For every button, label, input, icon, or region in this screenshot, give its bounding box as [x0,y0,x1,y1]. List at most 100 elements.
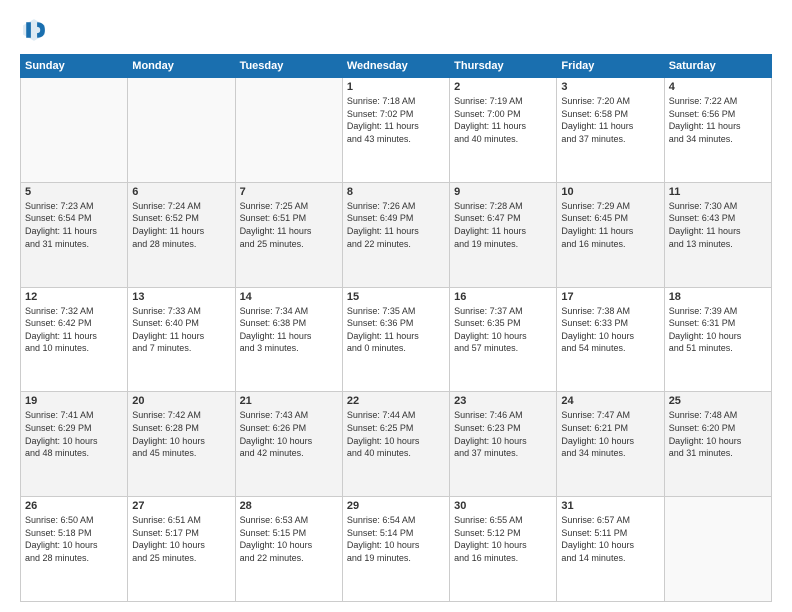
calendar-week-row: 26 Sunrise: 6:50 AM Sunset: 5:18 PM Dayli… [21,497,772,602]
day-number: 20 [132,395,230,407]
calendar-cell: 29 Sunrise: 6:54 AM Sunset: 5:14 PM Dayli… [342,497,449,602]
day-number: 15 [347,291,445,303]
day-number: 1 [347,81,445,93]
calendar-cell: 16 Sunrise: 7:37 AM Sunset: 6:35 PM Dayli… [450,287,557,392]
day-info: Sunrise: 7:25 AM Sunset: 6:51 PM Dayligh… [240,200,338,250]
day-number: 5 [25,186,123,198]
calendar-cell: 30 Sunrise: 6:55 AM Sunset: 5:12 PM Dayli… [450,497,557,602]
day-number: 4 [669,81,767,93]
day-number: 25 [669,395,767,407]
calendar-cell: 19Sunrise: 7:41 AM Sunset: 6:29 PM Dayli… [21,392,128,497]
day-info: Sunrise: 6:51 AM Sunset: 5:17 PM Dayligh… [132,514,230,564]
day-info: Sunrise: 7:42 AM Sunset: 6:28 PM Dayligh… [132,409,230,459]
calendar-cell: 22 Sunrise: 7:44 AM Sunset: 6:25 PM Dayli… [342,392,449,497]
calendar-cell [21,78,128,183]
day-number: 22 [347,395,445,407]
day-of-week-header: Wednesday [342,55,449,78]
day-number: 14 [240,291,338,303]
day-info: Sunrise: 7:22 AM Sunset: 6:56 PM Dayligh… [669,95,767,145]
logo [20,16,52,44]
calendar-week-row: 1 Sunrise: 7:18 AM Sunset: 7:02 PM Daylig… [21,78,772,183]
day-info: Sunrise: 7:44 AM Sunset: 6:25 PM Dayligh… [347,409,445,459]
day-info: Sunrise: 7:34 AM Sunset: 6:38 PM Dayligh… [240,305,338,355]
day-number: 16 [454,291,552,303]
day-number: 31 [561,500,659,512]
day-info: Sunrise: 7:24 AM Sunset: 6:52 PM Dayligh… [132,200,230,250]
day-number: 11 [669,186,767,198]
calendar-cell: 12Sunrise: 7:32 AM Sunset: 6:42 PM Dayli… [21,287,128,392]
day-number: 10 [561,186,659,198]
day-of-week-header: Friday [557,55,664,78]
day-info: Sunrise: 6:55 AM Sunset: 5:12 PM Dayligh… [454,514,552,564]
calendar-week-row: 5 Sunrise: 7:23 AM Sunset: 6:54 PM Daylig… [21,182,772,287]
day-number: 30 [454,500,552,512]
day-number: 13 [132,291,230,303]
day-of-week-header: Thursday [450,55,557,78]
calendar-week-row: 12Sunrise: 7:32 AM Sunset: 6:42 PM Dayli… [21,287,772,392]
day-of-week-header: Tuesday [235,55,342,78]
day-number: 21 [240,395,338,407]
day-info: Sunrise: 7:32 AM Sunset: 6:42 PM Dayligh… [25,305,123,355]
day-number: 6 [132,186,230,198]
day-info: Sunrise: 7:30 AM Sunset: 6:43 PM Dayligh… [669,200,767,250]
day-number: 2 [454,81,552,93]
page: SundayMondayTuesdayWednesdayThursdayFrid… [0,0,792,612]
calendar-cell: 26 Sunrise: 6:50 AM Sunset: 5:18 PM Dayli… [21,497,128,602]
calendar-cell: 9 Sunrise: 7:28 AM Sunset: 6:47 PM Daylig… [450,182,557,287]
calendar-cell: 10 Sunrise: 7:29 AM Sunset: 6:45 PM Dayli… [557,182,664,287]
calendar-cell: 1 Sunrise: 7:18 AM Sunset: 7:02 PM Daylig… [342,78,449,183]
calendar-cell: 24 Sunrise: 7:47 AM Sunset: 6:21 PM Dayli… [557,392,664,497]
calendar-cell: 2 Sunrise: 7:19 AM Sunset: 7:00 PM Daylig… [450,78,557,183]
calendar-cell: 27 Sunrise: 6:51 AM Sunset: 5:17 PM Dayli… [128,497,235,602]
day-info: Sunrise: 7:29 AM Sunset: 6:45 PM Dayligh… [561,200,659,250]
day-number: 24 [561,395,659,407]
day-number: 8 [347,186,445,198]
calendar-cell: 17 Sunrise: 7:38 AM Sunset: 6:33 PM Dayli… [557,287,664,392]
day-number: 27 [132,500,230,512]
day-info: Sunrise: 7:33 AM Sunset: 6:40 PM Dayligh… [132,305,230,355]
calendar-cell: 5 Sunrise: 7:23 AM Sunset: 6:54 PM Daylig… [21,182,128,287]
day-info: Sunrise: 7:38 AM Sunset: 6:33 PM Dayligh… [561,305,659,355]
day-number: 29 [347,500,445,512]
day-info: Sunrise: 7:46 AM Sunset: 6:23 PM Dayligh… [454,409,552,459]
day-info: Sunrise: 7:18 AM Sunset: 7:02 PM Dayligh… [347,95,445,145]
day-of-week-header: Monday [128,55,235,78]
day-info: Sunrise: 6:53 AM Sunset: 5:15 PM Dayligh… [240,514,338,564]
day-number: 17 [561,291,659,303]
day-info: Sunrise: 7:28 AM Sunset: 6:47 PM Dayligh… [454,200,552,250]
calendar-table: SundayMondayTuesdayWednesdayThursdayFrid… [20,54,772,602]
calendar-cell: 20 Sunrise: 7:42 AM Sunset: 6:28 PM Dayli… [128,392,235,497]
day-info: Sunrise: 6:54 AM Sunset: 5:14 PM Dayligh… [347,514,445,564]
calendar-cell: 25Sunrise: 7:48 AM Sunset: 6:20 PM Dayli… [664,392,771,497]
calendar-cell: 18Sunrise: 7:39 AM Sunset: 6:31 PM Dayli… [664,287,771,392]
day-info: Sunrise: 7:19 AM Sunset: 7:00 PM Dayligh… [454,95,552,145]
calendar-week-row: 19Sunrise: 7:41 AM Sunset: 6:29 PM Dayli… [21,392,772,497]
day-info: Sunrise: 6:50 AM Sunset: 5:18 PM Dayligh… [25,514,123,564]
day-number: 7 [240,186,338,198]
calendar-cell: 21Sunrise: 7:43 AM Sunset: 6:26 PM Dayli… [235,392,342,497]
day-of-week-header: Saturday [664,55,771,78]
day-info: Sunrise: 7:37 AM Sunset: 6:35 PM Dayligh… [454,305,552,355]
day-number: 23 [454,395,552,407]
calendar-cell: 4 Sunrise: 7:22 AM Sunset: 6:56 PM Daylig… [664,78,771,183]
calendar-header-row: SundayMondayTuesdayWednesdayThursdayFrid… [21,55,772,78]
day-number: 3 [561,81,659,93]
day-number: 9 [454,186,552,198]
day-number: 28 [240,500,338,512]
day-number: 26 [25,500,123,512]
day-info: Sunrise: 7:26 AM Sunset: 6:49 PM Dayligh… [347,200,445,250]
calendar-cell [235,78,342,183]
calendar-cell: 6 Sunrise: 7:24 AM Sunset: 6:52 PM Daylig… [128,182,235,287]
calendar-cell: 3 Sunrise: 7:20 AM Sunset: 6:58 PM Daylig… [557,78,664,183]
day-info: Sunrise: 7:23 AM Sunset: 6:54 PM Dayligh… [25,200,123,250]
day-info: Sunrise: 7:20 AM Sunset: 6:58 PM Dayligh… [561,95,659,145]
day-number: 19 [25,395,123,407]
day-info: Sunrise: 7:47 AM Sunset: 6:21 PM Dayligh… [561,409,659,459]
day-of-week-header: Sunday [21,55,128,78]
day-info: Sunrise: 7:35 AM Sunset: 6:36 PM Dayligh… [347,305,445,355]
calendar-cell: 23 Sunrise: 7:46 AM Sunset: 6:23 PM Dayli… [450,392,557,497]
day-info: Sunrise: 6:57 AM Sunset: 5:11 PM Dayligh… [561,514,659,564]
logo-icon [20,16,48,44]
day-info: Sunrise: 7:39 AM Sunset: 6:31 PM Dayligh… [669,305,767,355]
calendar-cell [664,497,771,602]
